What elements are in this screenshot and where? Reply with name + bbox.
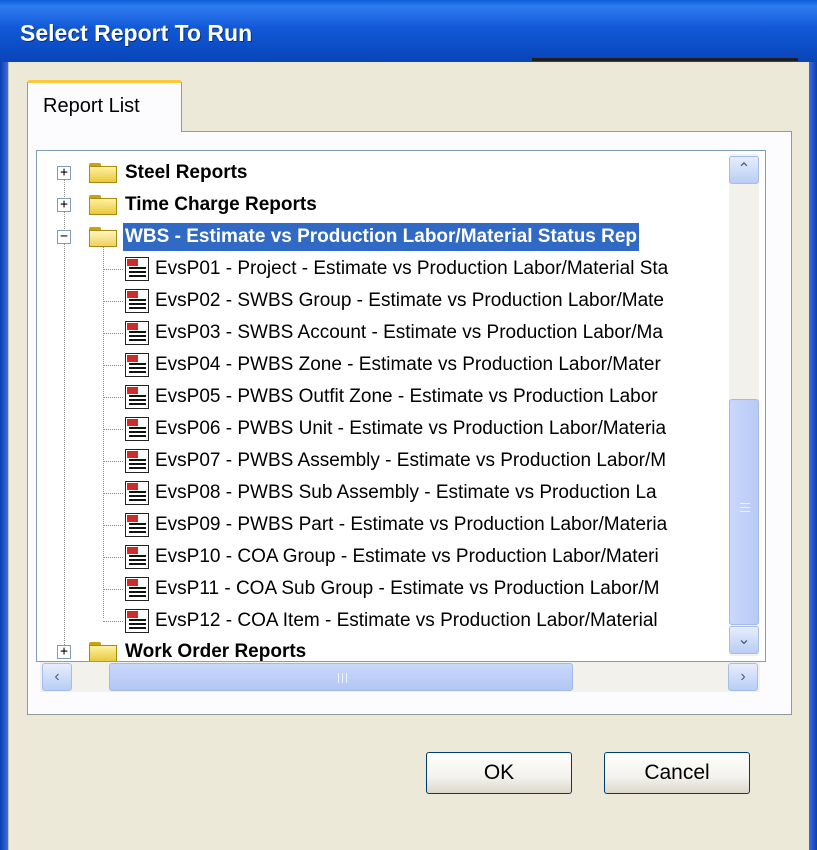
tree-item-report[interactable]: EvsP12 - COA Item - Estimate vs Producti… xyxy=(37,605,765,637)
tree-item-label: EvsP04 - PWBS Zone - Estimate vs Product… xyxy=(155,354,661,375)
report-tree[interactable]: + Steel Reports + Time Charge Reports − … xyxy=(36,150,766,662)
tree-item-folder[interactable]: + Work Order Reports xyxy=(37,636,765,662)
chevron-right-icon: › xyxy=(740,668,746,685)
report-document-icon xyxy=(125,513,149,537)
tree-item-report[interactable]: EvsP01 - Project - Estimate vs Productio… xyxy=(37,253,765,285)
vertical-scroll-thumb[interactable] xyxy=(729,399,759,625)
report-document-icon xyxy=(125,385,149,409)
tree-item-label: EvsP08 - PWBS Sub Assembly - Estimate vs… xyxy=(155,482,657,503)
tree-item-label: EvsP09 - PWBS Part - Estimate vs Product… xyxy=(155,514,668,535)
tree-item-label: EvsP02 - SWBS Group - Estimate vs Produc… xyxy=(155,290,664,311)
folder-icon xyxy=(89,161,117,183)
chevron-left-icon: ‹ xyxy=(54,668,60,685)
chevron-down-icon: ⌄ xyxy=(737,631,751,648)
tree-item-report[interactable]: EvsP11 - COA Sub Group - Estimate vs Pro… xyxy=(37,573,765,605)
folder-icon xyxy=(89,640,117,661)
tree-item-report[interactable]: EvsP09 - PWBS Part - Estimate vs Product… xyxy=(37,509,765,541)
tree-item-report[interactable]: EvsP04 - PWBS Zone - Estimate vs Product… xyxy=(37,349,765,381)
report-document-icon xyxy=(125,481,149,505)
tab-report-list[interactable]: Report List xyxy=(27,80,182,132)
folder-icon xyxy=(89,193,117,215)
tree-item-label: EvsP12 - COA Item - Estimate vs Producti… xyxy=(155,610,658,631)
window-frame-right xyxy=(809,62,817,850)
tree-item-report[interactable]: EvsP08 - PWBS Sub Assembly - Estimate vs… xyxy=(37,477,765,509)
report-document-icon xyxy=(125,353,149,377)
title-bar[interactable]: Select Report To Run xyxy=(0,0,817,62)
report-document-icon xyxy=(125,321,149,345)
tree-connector xyxy=(103,621,123,622)
report-document-icon xyxy=(125,449,149,473)
window-title: Select Report To Run xyxy=(20,20,253,46)
grip-line xyxy=(342,673,343,683)
tree-item-report[interactable]: EvsP07 - PWBS Assembly - Estimate vs Pro… xyxy=(37,445,765,477)
scroll-left-button[interactable]: ‹ xyxy=(42,663,72,691)
tree-item-label: EvsP11 - COA Sub Group - Estimate vs Pro… xyxy=(155,578,660,599)
report-document-icon xyxy=(125,609,149,633)
tree-item-label: EvsP03 - SWBS Account - Estimate vs Prod… xyxy=(155,322,663,343)
tree-item-label: EvsP06 - PWBS Unit - Estimate vs Product… xyxy=(155,418,667,439)
grip-line xyxy=(740,507,750,508)
tree-item-report[interactable]: EvsP10 - COA Group - Estimate vs Product… xyxy=(37,541,765,573)
report-document-icon xyxy=(125,417,149,441)
collapse-icon[interactable]: − xyxy=(57,230,71,244)
scroll-down-button[interactable]: ⌄ xyxy=(729,626,759,654)
expand-icon[interactable]: + xyxy=(57,166,71,180)
tree-item-folder[interactable]: + Time Charge Reports xyxy=(37,189,765,221)
tree-connector xyxy=(103,365,123,366)
expand-icon[interactable]: + xyxy=(57,198,71,212)
tree-item-label: EvsP07 - PWBS Assembly - Estimate vs Pro… xyxy=(155,450,667,471)
cancel-button[interactable]: Cancel xyxy=(604,752,750,794)
scroll-right-button[interactable]: › xyxy=(728,663,758,691)
vertical-scrollbar[interactable]: ⌃ ⌄ xyxy=(729,154,759,656)
tree-connector xyxy=(103,397,123,398)
tree-connector xyxy=(103,493,123,494)
tree-item-label: Time Charge Reports xyxy=(125,194,317,215)
ok-button[interactable]: OK xyxy=(426,752,572,794)
tree-connector xyxy=(103,269,123,270)
tree-connector xyxy=(103,333,123,334)
grip-line xyxy=(740,511,750,512)
tree-item-label: WBS - Estimate vs Production Labor/Mater… xyxy=(123,223,640,251)
folder-open-icon xyxy=(89,225,117,247)
horizontal-scroll-thumb[interactable] xyxy=(109,663,573,691)
tree-connector xyxy=(103,525,123,526)
grip-line xyxy=(346,673,347,683)
tree-connector xyxy=(103,557,123,558)
tree-item-report[interactable]: EvsP02 - SWBS Group - Estimate vs Produc… xyxy=(37,285,765,317)
tree-item-report[interactable]: EvsP06 - PWBS Unit - Estimate vs Product… xyxy=(37,413,765,445)
tree-connector xyxy=(103,589,123,590)
tree-item-label: EvsP05 - PWBS Outfit Zone - Estimate vs … xyxy=(155,386,658,407)
report-document-icon xyxy=(125,257,149,281)
grip-line xyxy=(338,673,339,683)
tree-item-label: EvsP01 - Project - Estimate vs Productio… xyxy=(155,258,669,279)
tree-item-report[interactable]: EvsP03 - SWBS Account - Estimate vs Prod… xyxy=(37,317,765,349)
tree-connector xyxy=(103,461,123,462)
tree-item-label: Work Order Reports xyxy=(125,641,307,662)
window-frame-left xyxy=(0,62,8,850)
tree-item-label: Steel Reports xyxy=(125,162,248,183)
tree-item-folder-selected[interactable]: − WBS - Estimate vs Production Labor/Mat… xyxy=(37,221,765,253)
tree-item-folder[interactable]: + Steel Reports xyxy=(37,157,765,189)
scroll-up-button[interactable]: ⌃ xyxy=(729,156,759,184)
title-bar-divider xyxy=(532,58,798,61)
report-document-icon xyxy=(125,545,149,569)
tab-label: Report List xyxy=(43,95,140,117)
expand-icon[interactable]: + xyxy=(57,645,71,659)
tree-item-report[interactable]: EvsP05 - PWBS Outfit Zone - Estimate vs … xyxy=(37,381,765,413)
horizontal-scrollbar[interactable]: ‹ › xyxy=(40,662,760,692)
grip-line xyxy=(740,503,750,504)
chevron-up-icon: ⌃ xyxy=(737,161,751,178)
tree-connector xyxy=(103,429,123,430)
tree-item-label: EvsP10 - COA Group - Estimate vs Product… xyxy=(155,546,659,567)
report-document-icon xyxy=(125,289,149,313)
report-document-icon xyxy=(125,577,149,601)
tree-connector xyxy=(103,301,123,302)
